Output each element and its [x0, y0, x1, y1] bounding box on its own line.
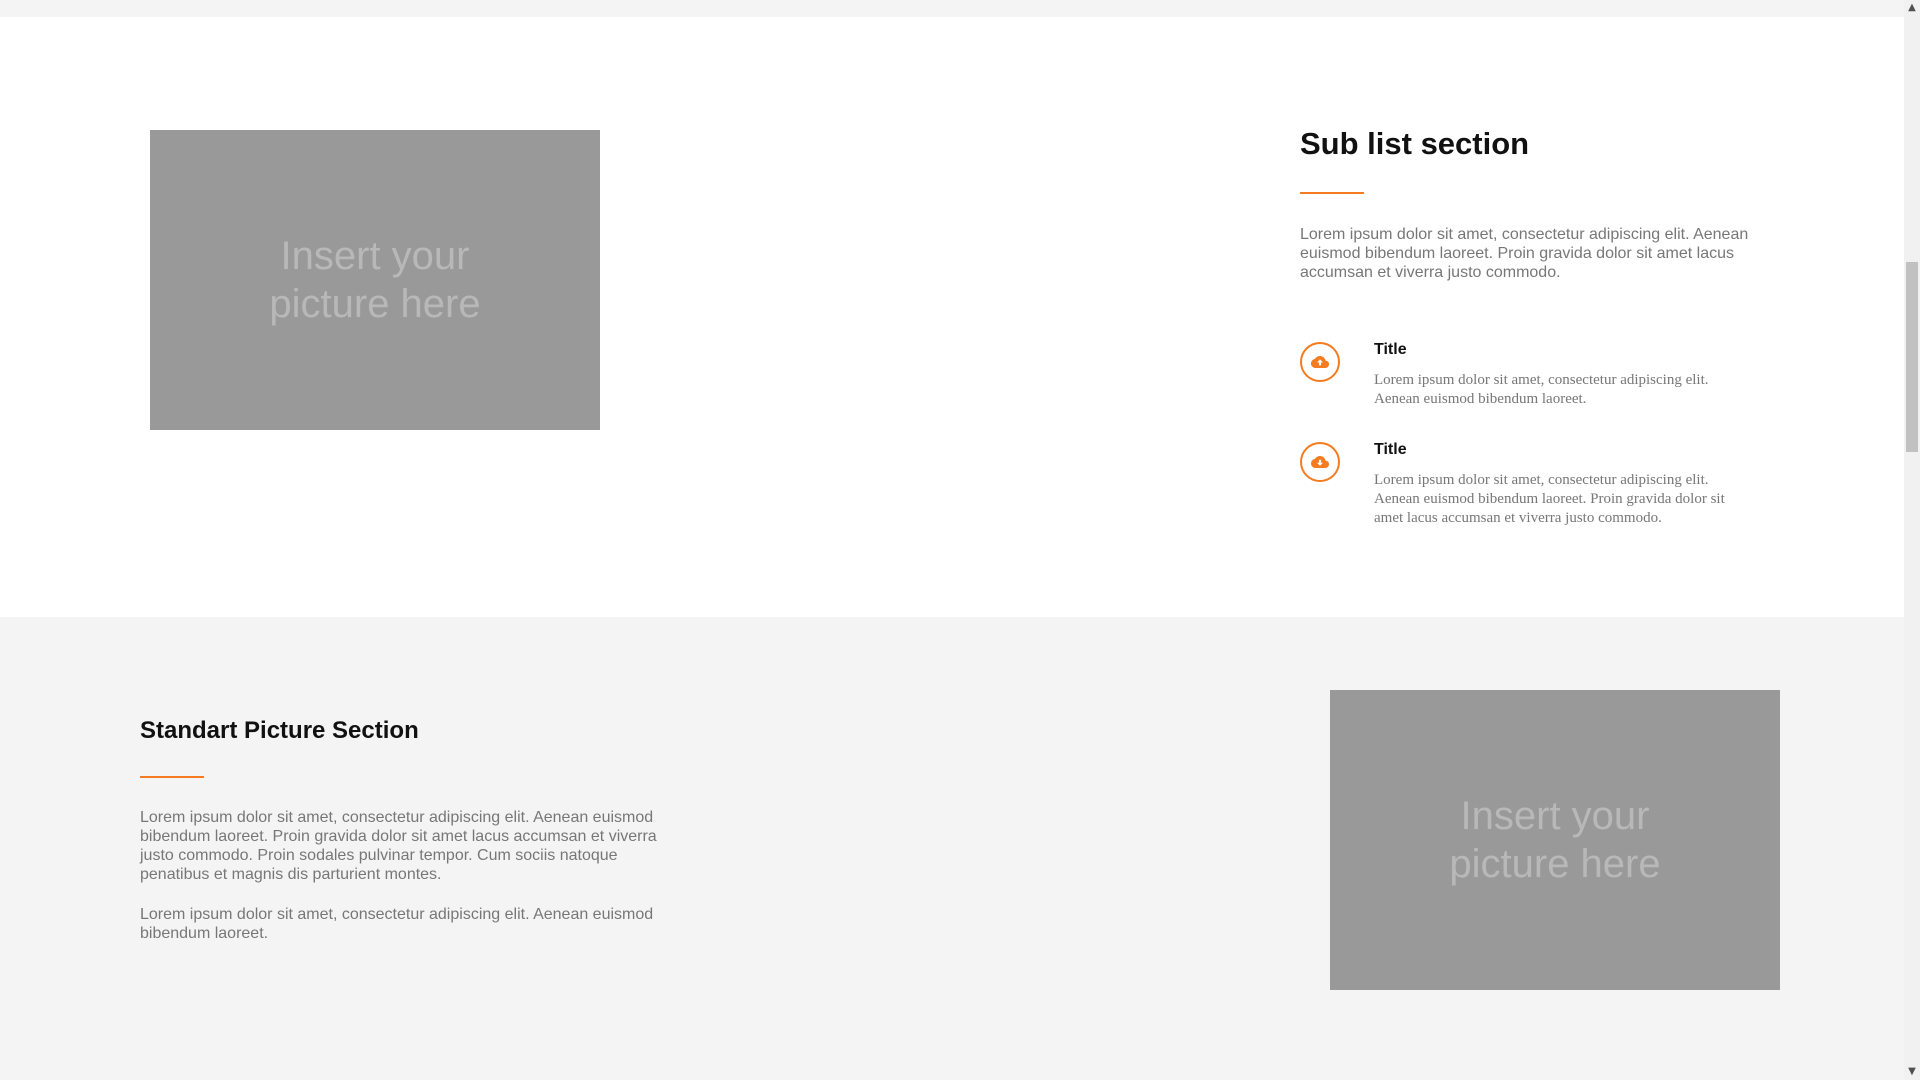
standard-picture-title: Standart Picture Section [140, 717, 419, 744]
list-item-title: Title [1374, 441, 1407, 458]
title-accent-line [140, 776, 204, 778]
standard-picture-paragraph: Lorem ipsum dolor sit amet, consectetur … [140, 809, 657, 883]
cloud-download-icon [1300, 442, 1340, 482]
placeholder-text-2: Insert your picture here [1449, 794, 1661, 886]
scrollbar-thumb[interactable] [1906, 262, 1918, 452]
list-item-title: Title [1374, 341, 1407, 358]
list-item-text: Lorem ipsum dolor sit amet, consectetur … [1374, 472, 1725, 526]
page: Insert your picture here Sub list sectio… [0, 0, 1904, 1080]
picture-placeholder-1: Insert your picture here [150, 130, 600, 430]
cloud-upload-icon-glyph [1311, 356, 1329, 368]
placeholder-text-1: Insert your picture here [269, 234, 481, 326]
cloud-download-icon-glyph [1311, 456, 1329, 468]
standard-picture-paragraph: Lorem ipsum dolor sit amet, consectetur … [140, 906, 654, 942]
sub-list-title: Sub list section [1300, 126, 1530, 161]
title-accent-line [1300, 192, 1364, 194]
cloud-upload-icon [1300, 342, 1340, 382]
picture-placeholder-2: Insert your picture here [1330, 690, 1780, 990]
sub-list-intro-text: Lorem ipsum dolor sit amet, consectetur … [1300, 226, 1749, 281]
vertical-scrollbar[interactable]: ▲ ▼ [1904, 0, 1920, 1080]
list-item-text: Lorem ipsum dolor sit amet, consectetur … [1374, 372, 1709, 407]
sub-list-intro: Lorem ipsum dolor sit amet, consectetur … [1300, 225, 1750, 282]
scroll-down-arrow-icon[interactable]: ▼ [1904, 1064, 1920, 1080]
scroll-up-arrow-icon[interactable]: ▲ [1904, 0, 1920, 16]
top-strip [0, 0, 1904, 17]
